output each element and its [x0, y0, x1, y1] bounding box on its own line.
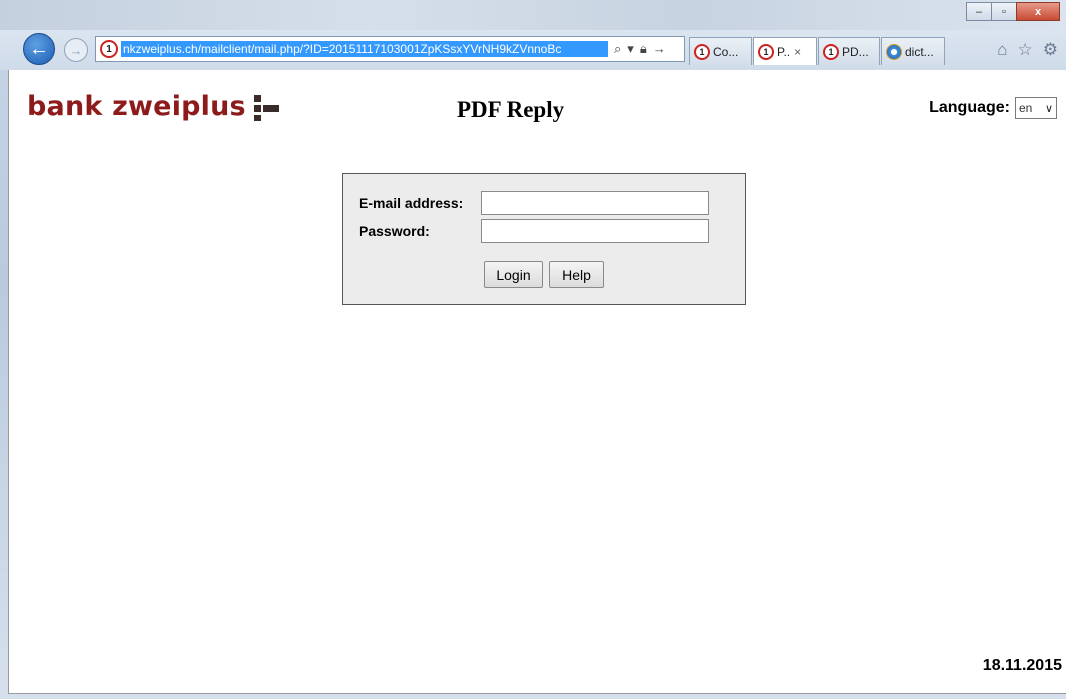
- close-window-button[interactable]: x: [1016, 2, 1060, 21]
- tab-label: P..: [777, 44, 791, 59]
- login-form: E-mail address: Password: Login Help: [342, 173, 746, 305]
- address-bar-icons: ⌕ ▾ 🔒︎ →: [614, 41, 666, 57]
- tab-label: dict...: [905, 44, 934, 59]
- forward-button[interactable]: →: [64, 38, 88, 62]
- language-value: en: [1019, 101, 1033, 115]
- email-label: E-mail address:: [359, 195, 464, 211]
- home-icon[interactable]: ⌂: [997, 40, 1007, 60]
- minimize-button[interactable]: ‒: [966, 2, 992, 21]
- browser-right-icons: ⌂ ☆ ⚙: [997, 40, 1058, 60]
- address-bar[interactable]: 1 nkzweiplus.ch/mailclient/mail.php/?ID=…: [95, 36, 685, 62]
- ie-icon: [886, 43, 902, 60]
- page-content: bank zweiplus PDF Reply Language: en ∨ E…: [8, 70, 1066, 694]
- maximize-button[interactable]: ▫: [991, 2, 1017, 21]
- email-field[interactable]: [481, 191, 709, 215]
- dropdown-arrow-icon[interactable]: ▾: [627, 41, 634, 57]
- go-arrow-icon[interactable]: →: [653, 41, 666, 57]
- page-title: PDF Reply: [457, 97, 565, 122]
- url-text[interactable]: nkzweiplus.ch/mailclient/mail.php/?ID=20…: [121, 41, 608, 57]
- language-select[interactable]: en ∨: [1015, 97, 1057, 119]
- search-icon[interactable]: ⌕: [614, 41, 621, 57]
- login-button[interactable]: Login: [484, 261, 543, 288]
- site-favicon-icon: 1: [100, 40, 118, 58]
- help-button[interactable]: Help: [549, 261, 604, 288]
- logo-mark-icon: [253, 93, 280, 121]
- language-selector: Language: en ∨: [929, 97, 1057, 119]
- tab-3[interactable]: 1 PD...: [818, 37, 880, 65]
- tab-label: PD...: [842, 44, 869, 59]
- bank-logo: bank zweiplus: [27, 91, 280, 122]
- site-favicon-icon: 1: [823, 43, 839, 60]
- logo-text: bank zweiplus: [27, 91, 246, 122]
- window-titlebar: ‒ ▫ x: [0, 0, 1066, 30]
- lock-icon[interactable]: 🔒︎: [640, 41, 647, 57]
- language-label: Language:: [929, 99, 1010, 116]
- tab-1[interactable]: 1 Co...: [689, 37, 752, 65]
- back-button[interactable]: ←: [23, 33, 55, 65]
- tab-label: Co...: [713, 44, 739, 59]
- tab-2-active[interactable]: 1 P.. ×: [753, 37, 817, 65]
- password-field[interactable]: [481, 219, 709, 243]
- password-label: Password:: [359, 223, 430, 239]
- favorites-star-icon[interactable]: ☆: [1018, 40, 1033, 60]
- close-tab-icon[interactable]: ×: [794, 45, 801, 59]
- window-controls: ‒ ▫ x: [966, 2, 1060, 21]
- chevron-down-icon: ∨: [1044, 102, 1053, 115]
- tab-4[interactable]: dict...: [881, 37, 945, 65]
- browser-toolbar: ← → 1 nkzweiplus.ch/mailclient/mail.php/…: [0, 30, 1066, 70]
- gear-icon[interactable]: ⚙: [1043, 40, 1058, 60]
- site-favicon-icon: 1: [758, 43, 774, 60]
- site-favicon-icon: 1: [694, 43, 710, 60]
- footer-date: 18.11.2015: [982, 657, 1062, 674]
